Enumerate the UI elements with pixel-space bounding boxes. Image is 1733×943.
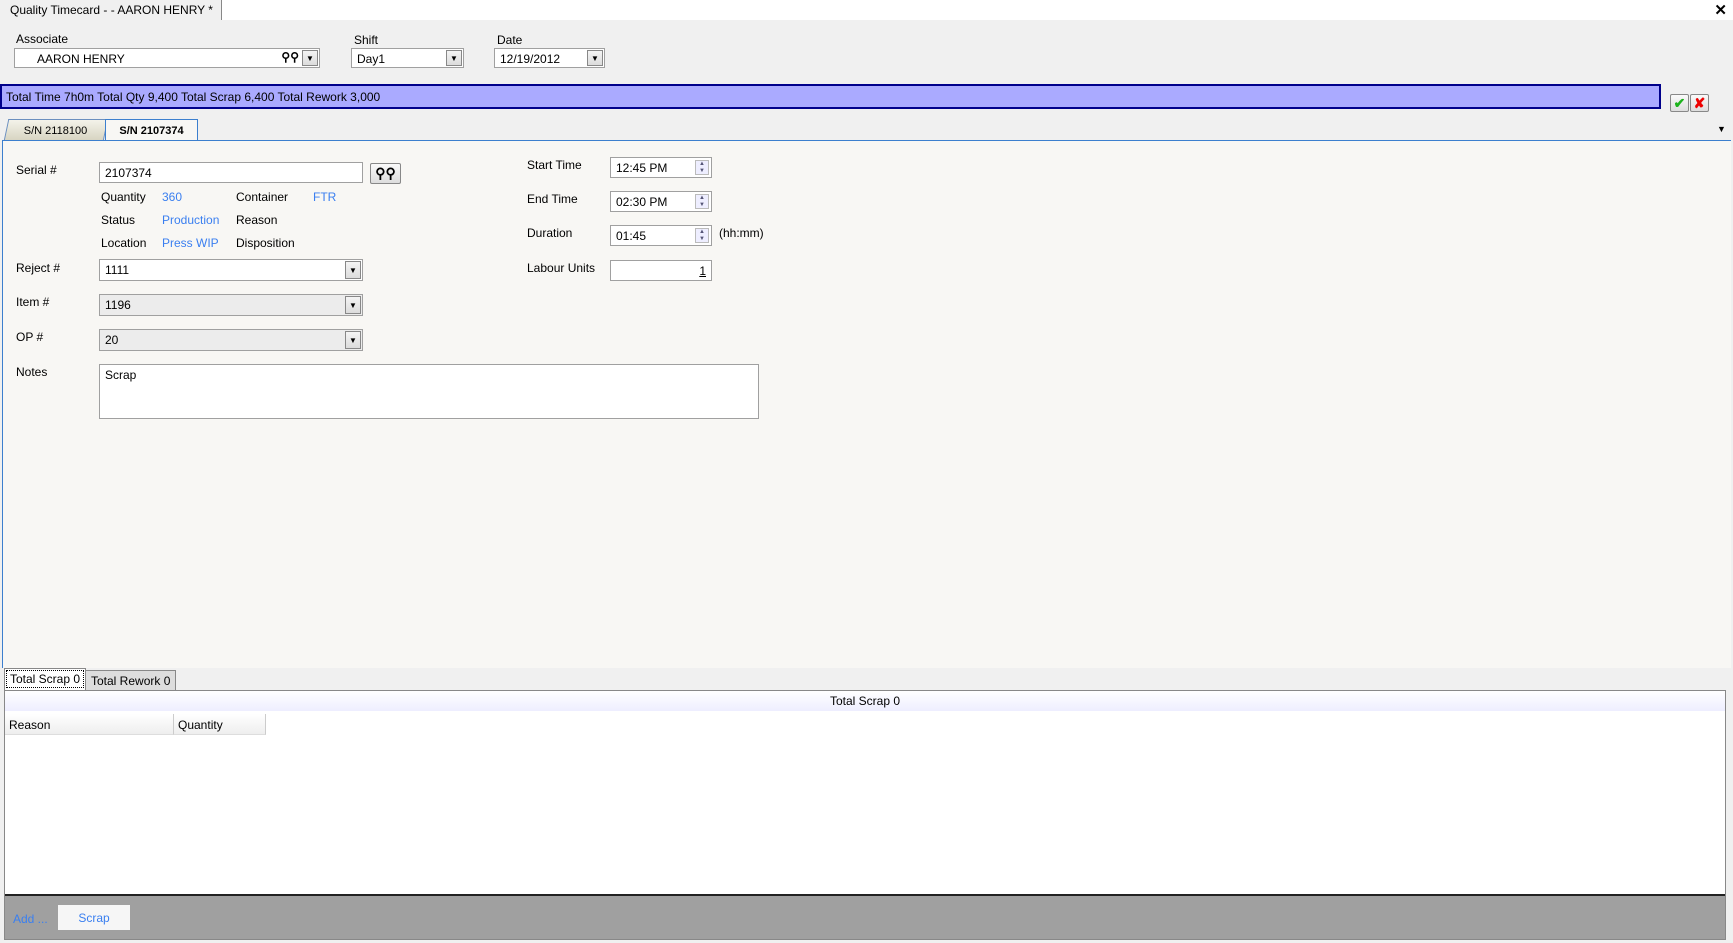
add-link[interactable]: Add ... (13, 912, 48, 926)
item-combo[interactable]: 1196 ▼ (99, 294, 363, 316)
reject-label: Reject # (16, 261, 61, 275)
date-label: Date (497, 33, 523, 47)
shift-value: Day1 (357, 52, 386, 66)
serial-search-binoculars-icon[interactable]: ⚲⚲ (370, 163, 401, 184)
notes-label: Notes (16, 365, 48, 379)
chevron-down-icon[interactable]: ▼ (345, 261, 361, 279)
cancel-x-icon[interactable]: ✘ (1690, 94, 1709, 112)
quantity-value: 360 (162, 190, 183, 204)
grid-title: Total Scrap 0 (5, 691, 1725, 711)
chevron-down-icon[interactable]: ▼ (345, 331, 361, 349)
date-value: 12/19/2012 (500, 52, 561, 66)
status-label: Status (101, 213, 136, 227)
column-header-reason[interactable]: Reason (5, 714, 174, 735)
location-label: Location (101, 236, 147, 250)
associate-label: Associate (16, 32, 69, 46)
item-label: Item # (16, 295, 50, 309)
chevron-down-icon[interactable]: ▼ (345, 296, 361, 314)
chevron-down-icon[interactable]: ▼ (446, 50, 462, 66)
end-time-input[interactable]: 02:30 PM ▲ ▼ (610, 191, 712, 212)
duration-unit: (hh:mm) (719, 226, 764, 240)
tab-sn-2118100[interactable]: S/N 2118100 (3, 119, 109, 141)
end-time-value: 02:30 PM (616, 195, 668, 209)
document-tab[interactable]: Quality Timecard - - AARON HENRY * (0, 0, 222, 20)
column-header-quantity[interactable]: Quantity (174, 714, 266, 735)
start-time-value: 12:45 PM (616, 161, 668, 175)
reject-value: 1111 (105, 263, 130, 277)
labour-units-value: 1 (699, 264, 706, 278)
tab-sn-2107374[interactable]: S/N 2107374 (105, 119, 198, 142)
serial-label: Serial # (16, 163, 57, 177)
location-value: Press WIP (162, 236, 219, 250)
tab-overflow-chevron-icon[interactable]: ▼ (1717, 124, 1726, 134)
title-strip (0, 0, 1733, 20)
start-time-input[interactable]: 12:45 PM ▲ ▼ (610, 157, 712, 178)
tab-total-rework[interactable]: Total Rework 0 (85, 670, 177, 692)
date-picker[interactable]: 12/19/2012 ▼ (494, 48, 605, 68)
spinner-icon[interactable]: ▲ ▼ (695, 160, 709, 175)
grid-footer: Add ... Scrap (5, 894, 1725, 939)
confirm-check-icon[interactable]: ✔ (1670, 94, 1689, 112)
shift-label: Shift (354, 33, 379, 47)
duration-value: 01:45 (616, 229, 647, 243)
associate-value: AARON HENRY (37, 52, 125, 66)
spinner-icon[interactable]: ▲ ▼ (695, 194, 709, 209)
container-label: Container (236, 190, 289, 204)
labour-units-label: Labour Units (527, 261, 596, 275)
spinner-icon[interactable]: ▲ ▼ (695, 228, 709, 243)
notes-textarea[interactable]: Scrap (99, 364, 759, 419)
summary-bar: Total Time 7h0m Total Qty 9,400 Total Sc… (0, 84, 1661, 109)
chevron-down-icon[interactable]: ▼ (587, 50, 603, 66)
op-value: 20 (105, 333, 119, 347)
quantity-label: Quantity (101, 190, 146, 204)
binoculars-icon[interactable]: ⚲⚲ (281, 50, 299, 64)
container-value: FTR (313, 190, 337, 204)
reject-combo[interactable]: 1111 ▼ (99, 259, 363, 281)
start-time-label: Start Time (527, 158, 582, 172)
status-value: Production (162, 213, 220, 227)
disposition-label: Disposition (236, 236, 295, 250)
item-value: 1196 (105, 298, 131, 312)
scrap-grid: Total Scrap 0 Reason Quantity Add ... Sc… (4, 690, 1726, 940)
tab-total-scrap[interactable]: Total Scrap 0 (4, 668, 87, 690)
serial-input[interactable]: 2107374 (99, 162, 363, 183)
reason-label: Reason (236, 213, 278, 227)
labour-units-input[interactable]: 1 (610, 260, 712, 281)
op-label: OP # (16, 330, 44, 344)
end-time-label: End Time (527, 192, 578, 206)
duration-label: Duration (527, 226, 573, 240)
associate-combo[interactable]: AARON HENRY ⚲⚲ ▼ (14, 48, 320, 68)
op-combo[interactable]: 20 ▼ (99, 329, 363, 351)
close-icon[interactable]: ✕ (1714, 1, 1727, 19)
chevron-down-icon[interactable]: ▼ (302, 50, 318, 66)
shift-combo[interactable]: Day1 ▼ (351, 48, 464, 68)
duration-input[interactable]: 01:45 ▲ ▼ (610, 225, 712, 246)
scrap-button[interactable]: Scrap (58, 905, 130, 930)
